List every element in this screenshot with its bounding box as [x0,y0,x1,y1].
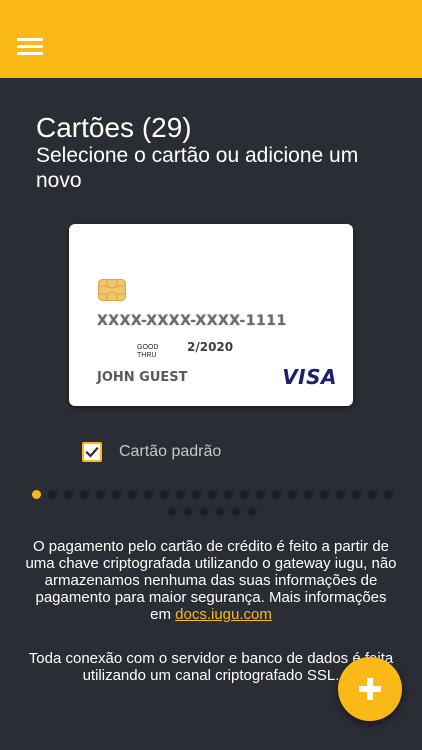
pager-dot[interactable] [199,507,209,516]
pager-dot[interactable] [215,507,225,516]
pager-dot[interactable] [255,490,265,499]
pager-dot[interactable] [223,490,233,499]
pager-dot[interactable] [319,490,329,499]
card-pager [24,490,400,516]
pager-dot[interactable] [63,490,73,499]
default-card-checkbox[interactable] [82,442,102,462]
pager-dot[interactable] [183,507,193,516]
pager-dot[interactable] [231,507,241,516]
good-thru-label: GOOD THRU [137,344,159,359]
visa-logo: VISA [282,365,337,389]
pager-dot[interactable] [335,490,345,499]
menu-icon-line [17,52,43,55]
pager-dot[interactable] [79,490,89,499]
card-holder: JOHN GUEST [97,370,188,385]
plus-icon-stem [367,678,373,700]
pager-dot[interactable] [143,490,153,499]
menu-icon-line [17,38,43,41]
default-card-label: Cartão padrão [119,443,222,460]
check-icon [85,446,99,458]
page-title: Cartões (29) [36,112,192,143]
pager-dot[interactable] [175,490,185,499]
pager-dot[interactable] [207,490,217,499]
pager-dot[interactable] [239,490,249,499]
add-card-button[interactable] [338,657,402,721]
credit-card[interactable]: XXXX-XXXX-XXXX-1111 GOOD THRU 2/2020 JOH… [69,224,353,406]
app-bar [0,0,422,78]
pager-dot[interactable] [159,490,169,499]
card-expiry: 2/2020 [187,340,234,354]
checkbox-inner [84,444,100,460]
pager-dot[interactable] [47,490,57,499]
pager-dot[interactable] [247,507,257,516]
pager-dot[interactable] [95,490,105,499]
default-card-row: Cartão padrão [82,440,221,464]
pager-dot[interactable] [167,507,177,516]
pager-dot[interactable] [287,490,297,499]
menu-icon[interactable] [14,32,46,60]
security-info-text: O pagamento pelo cartão de crédito é fei… [24,538,398,623]
pager-dot[interactable] [383,490,393,499]
pager-dot[interactable] [367,490,377,499]
page-subtitle: Selecione o cartão ou adicione um novo [36,144,359,192]
pager-dot[interactable] [271,490,281,499]
menu-icon-line [17,45,43,48]
pager-dot[interactable] [111,490,121,499]
docs-link[interactable]: docs.iugu.com [175,606,272,623]
pager-dot[interactable] [31,490,41,499]
pager-dot[interactable] [127,490,137,499]
pager-dot[interactable] [191,490,201,499]
card-number: XXXX-XXXX-XXXX-1111 [97,313,287,329]
pager-dot[interactable] [351,490,361,499]
pager-dot[interactable] [303,490,313,499]
chip-icon [98,279,126,301]
